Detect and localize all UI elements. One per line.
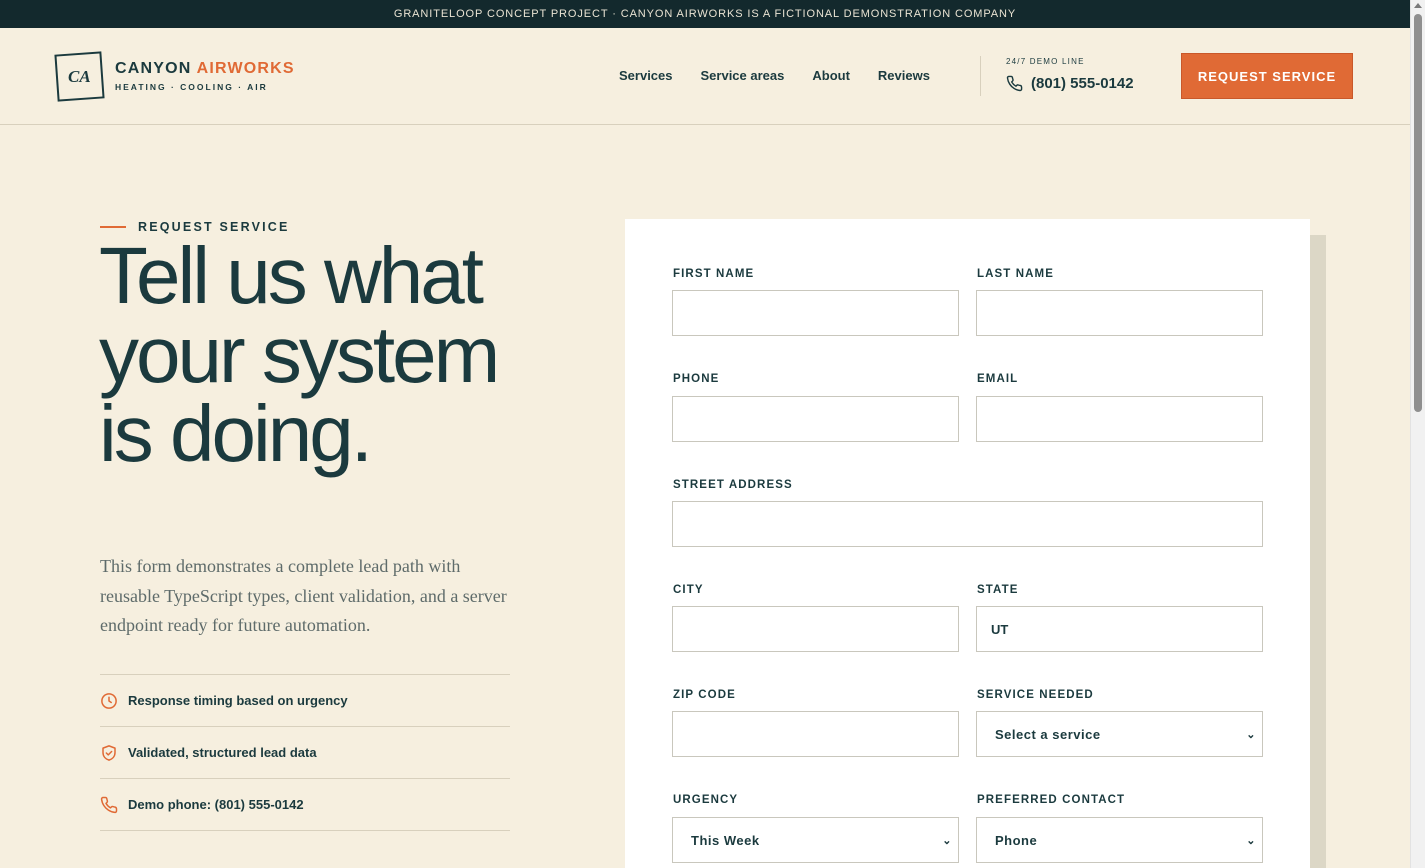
urgency-label: URGENCY [673,794,739,806]
site-header: CA CANYON AIRWORKS HEATING · COOLING · A… [0,28,1410,125]
state-field[interactable]: UT [976,606,1263,652]
brand-tagline: HEATING · COOLING · AIR [115,82,268,92]
preferred-contact-label: PREFERRED CONTACT [977,794,1126,806]
feature-list: Response timing based on urgency Validat… [100,674,510,831]
first-name-field[interactable] [672,290,959,336]
feature-item: Response timing based on urgency [100,675,510,727]
chevron-down-icon: ⌄ [1246,728,1256,741]
nav-link-reviews[interactable]: Reviews [878,68,930,83]
feature-item: Validated, structured lead data [100,727,510,779]
page-title: Tell us what your system is doing. [99,231,500,478]
feature-text: Validated, structured lead data [128,745,317,760]
scroll-up-icon[interactable] [1414,3,1422,8]
clock-icon [101,692,117,709]
street-address-field[interactable] [672,501,1263,547]
shield-check-icon [102,744,116,761]
email-field[interactable] [976,396,1263,442]
street-address-label: STREET ADDRESS [673,479,793,491]
last-name-label: LAST NAME [977,268,1054,280]
brand-name-accent: AIRWORKS [196,60,295,77]
brand-name[interactable]: CANYON AIRWORKS [115,60,295,78]
last-name-field[interactable] [976,290,1263,336]
service-needed-select[interactable]: Select a service ⌄ [976,711,1263,757]
service-needed-value: Select a service [995,726,1101,742]
header-divider [980,56,981,96]
urgency-value: This Week [691,832,760,848]
city-label: CITY [673,584,704,596]
phone-icon [1006,75,1023,92]
phone-label-field: PHONE [673,373,720,385]
state-label: STATE [977,584,1019,596]
phone-icon [100,796,118,813]
first-name-label: FIRST NAME [673,268,755,280]
header-phone-link[interactable]: (801) 555-0142 [1006,75,1134,92]
demo-banner-text: GRANITELOOP CONCEPT PROJECT · CANYON AIR… [393,8,1017,20]
urgency-select[interactable]: This Week ⌄ [672,817,959,863]
page-scrollbar[interactable] [1410,0,1425,868]
service-needed-label: SERVICE NEEDED [977,689,1094,701]
brand-logo-mark: CA [68,66,91,86]
main-nav: Services Service areas About Reviews [619,68,930,83]
chevron-down-icon: ⌄ [942,834,952,847]
feature-text: Demo phone: (801) 555-0142 [128,797,304,812]
phone-label: 24/7 DEMO LINE [1006,57,1085,66]
nav-link-services[interactable]: Services [619,68,673,83]
feature-item: Demo phone: (801) 555-0142 [100,779,510,831]
request-service-button[interactable]: REQUEST SERVICE [1181,53,1353,99]
scrollbar-thumb[interactable] [1414,14,1422,412]
brand-name-primary: CANYON [115,60,192,77]
phone-field[interactable] [672,396,959,442]
zip-code-field[interactable] [672,711,959,757]
header-phone-number: (801) 555-0142 [1031,75,1134,92]
demo-banner: GRANITELOOP CONCEPT PROJECT · CANYON AIR… [0,0,1410,28]
eyebrow-rule [100,226,126,228]
brand-logo[interactable]: CA [54,51,105,102]
feature-text: Response timing based on urgency [128,693,348,708]
chevron-down-icon: ⌄ [1246,834,1256,847]
zip-code-label: ZIP CODE [673,689,736,701]
preferred-contact-select[interactable]: Phone ⌄ [976,817,1263,863]
city-field[interactable] [672,606,959,652]
preferred-contact-value: Phone [995,832,1038,848]
nav-link-about[interactable]: About [812,68,850,83]
intro-text: This form demonstrates a complete lead p… [100,556,507,635]
email-label: EMAIL [977,373,1019,385]
nav-link-service-areas[interactable]: Service areas [701,68,785,83]
